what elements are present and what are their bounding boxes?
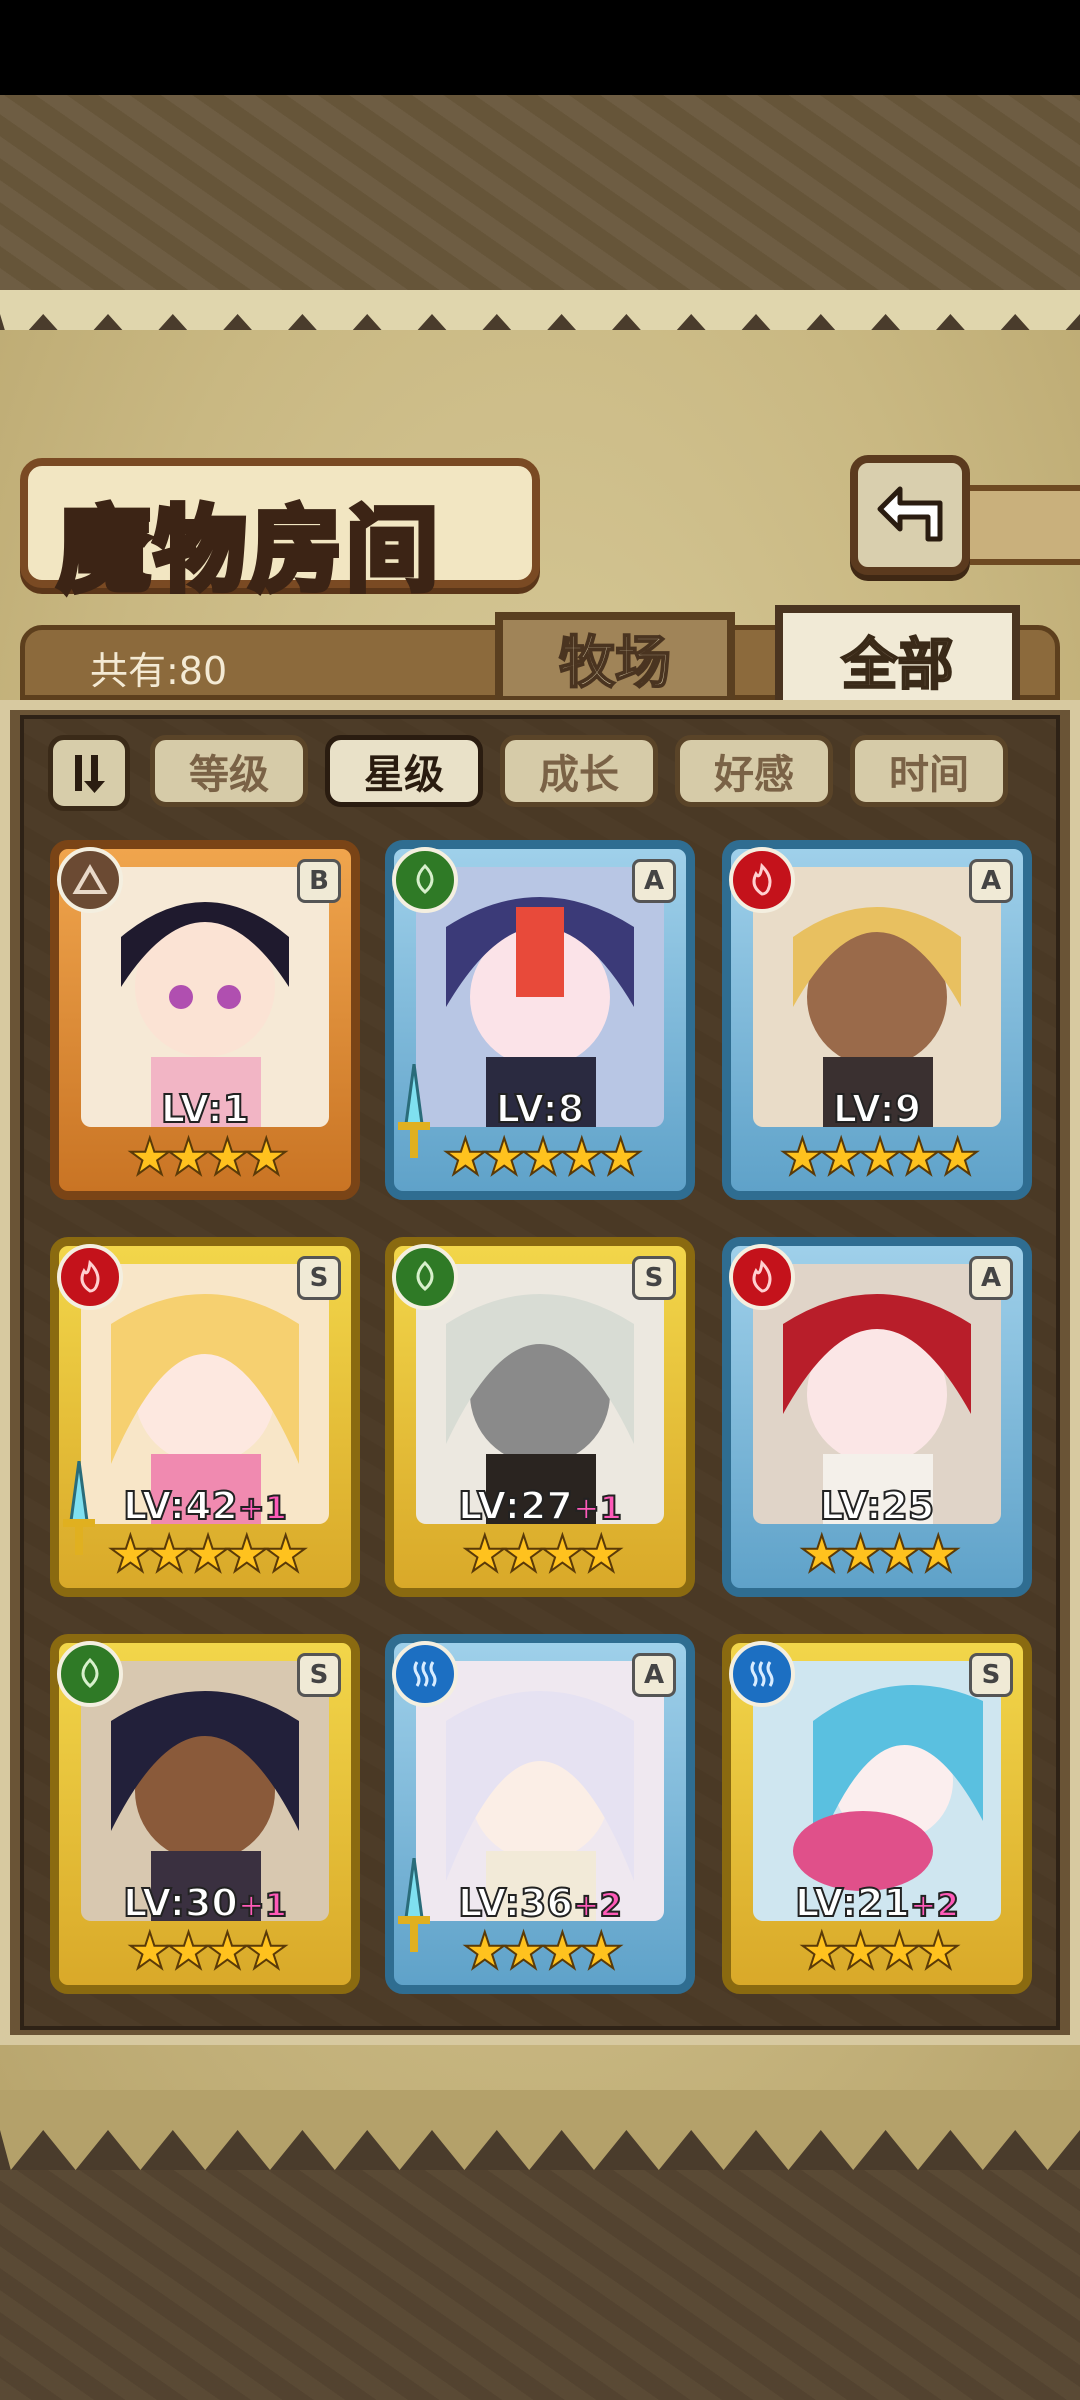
monster-card[interactable]: A LV:36+2 ★★★★ (385, 1634, 695, 1994)
star-rating: ★★★★ (126, 1127, 289, 1187)
rank-badge: A (632, 1653, 676, 1697)
monster-level: LV:27+1 (457, 1483, 623, 1529)
monster-card[interactable]: A LV:25 ★★★★ (722, 1237, 1032, 1597)
monster-card[interactable]: S LV:21+2 ★★★★ (722, 1634, 1032, 1994)
star-rating: ★★★★ (461, 1921, 624, 1981)
star-rating: ★★★★ (461, 1524, 624, 1584)
sort-order-toggle[interactable] (48, 735, 130, 811)
monster-card[interactable]: A LV:8 ★★★★★ (385, 840, 695, 1200)
grass-element-icon (57, 1641, 123, 1707)
star-rating: ★★★★★ (442, 1127, 644, 1187)
monster-level: LV:9 (832, 1086, 922, 1132)
monster-level: LV:21+2 (794, 1880, 960, 1926)
filter-affinity[interactable]: 好感 (675, 735, 833, 807)
back-button[interactable] (850, 455, 970, 575)
grass-element-icon (392, 847, 458, 913)
rank-badge: A (969, 859, 1013, 903)
tab-all[interactable]: 全部 (775, 605, 1020, 715)
monster-card[interactable]: B LV:1 ★★★★ (50, 840, 360, 1200)
star-rating: ★★★★ (798, 1524, 961, 1584)
sort-order-icon (75, 755, 105, 793)
monster-level: LV:1 (160, 1086, 250, 1132)
monster-level: LV:42+1 (122, 1483, 288, 1529)
fire-element-icon (57, 1244, 123, 1310)
rank-badge: A (632, 859, 676, 903)
monster-card[interactable]: S LV:30+1 ★★★★ (50, 1634, 360, 1994)
filter-time[interactable]: 时间 (850, 735, 1008, 807)
filter-growth[interactable]: 成长 (500, 735, 658, 807)
tab-farm[interactable]: 牧场 (495, 612, 735, 704)
filter-star[interactable]: 星级 (325, 735, 483, 807)
monster-level: LV:36+2 (457, 1880, 623, 1926)
rank-badge: B (297, 859, 341, 903)
page-title: 魔物房间 (55, 493, 443, 607)
star-rating: ★★★★ (798, 1921, 961, 1981)
background-map-bottom (0, 2170, 1080, 2400)
rank-badge: A (969, 1256, 1013, 1300)
back-button-rail (970, 485, 1080, 565)
rank-badge: S (969, 1653, 1013, 1697)
star-rating: ★★★★ (126, 1921, 289, 1981)
star-rating: ★★★★★ (107, 1524, 309, 1584)
monster-card[interactable]: S LV:27+1 ★★★★ (385, 1237, 695, 1597)
rank-badge: S (297, 1256, 341, 1300)
water-element-icon (392, 1641, 458, 1707)
fire-element-icon (729, 847, 795, 913)
parchment-edge-bottom (0, 2090, 1080, 2170)
filter-level[interactable]: 等级 (150, 735, 308, 807)
status-bar (0, 0, 1080, 95)
water-element-icon (729, 1641, 795, 1707)
earth-element-icon (57, 847, 123, 913)
monster-card[interactable]: S LV:42+1 ★★★★★ (50, 1237, 360, 1597)
title-plate: 魔物房间 (20, 458, 540, 607)
back-arrow-icon (877, 486, 943, 542)
star-rating: ★★★★★ (779, 1127, 981, 1187)
rank-badge: S (632, 1256, 676, 1300)
monster-card[interactable]: A LV:9 ★★★★★ (722, 840, 1032, 1200)
fire-element-icon (729, 1244, 795, 1310)
grass-element-icon (392, 1244, 458, 1310)
monster-level: LV:30+1 (122, 1880, 288, 1926)
monster-level: LV:8 (495, 1086, 585, 1132)
rank-badge: S (297, 1653, 341, 1697)
monster-level: LV:25 (819, 1483, 936, 1529)
monster-count: 共有:80 (90, 649, 228, 693)
background-map-top (0, 95, 1080, 290)
